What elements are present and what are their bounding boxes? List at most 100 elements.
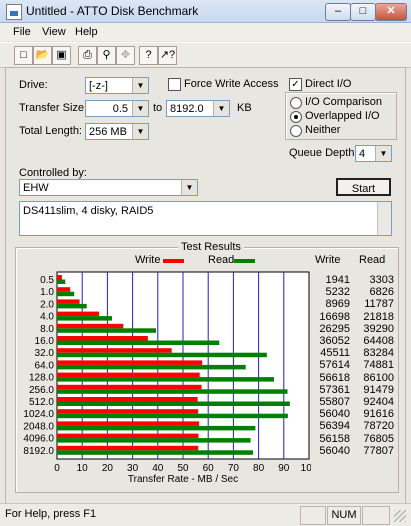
write-bar bbox=[57, 323, 124, 329]
force-write-checkbox[interactable] bbox=[168, 78, 181, 91]
write-bar bbox=[57, 372, 200, 378]
write-value: 56040 bbox=[319, 408, 350, 421]
read-bar bbox=[57, 340, 220, 345]
transfer-from-select[interactable]: 0.5 ▼ bbox=[85, 100, 149, 117]
drive-value: [-z-] bbox=[89, 80, 108, 92]
read-bar bbox=[57, 364, 246, 370]
direct-io-label: Direct I/O bbox=[305, 78, 352, 90]
move-icon: ✥ bbox=[116, 46, 135, 65]
x-axis-label: Transfer Rate - MB / Sec bbox=[128, 474, 238, 485]
resize-grip[interactable] bbox=[394, 510, 406, 522]
y-tick-label: 4.0 bbox=[40, 312, 54, 323]
write-value: 5232 bbox=[325, 286, 350, 299]
write-legend-swatch bbox=[163, 259, 184, 263]
save-icon[interactable]: ▣ bbox=[52, 46, 71, 65]
notes-scrollbar[interactable] bbox=[377, 202, 391, 235]
notes-text: DS411slim, 4 disky, RAID5 bbox=[23, 205, 154, 217]
y-tick-label: 8.0 bbox=[40, 324, 54, 335]
to-label: to bbox=[153, 102, 163, 114]
status-help-text: For Help, press F1 bbox=[5, 508, 97, 520]
y-tick-label: 0.5 bbox=[40, 275, 54, 286]
x-tick-label: 60 bbox=[203, 463, 215, 474]
x-tick-label: 20 bbox=[102, 463, 114, 474]
menu-file[interactable]: File bbox=[13, 26, 31, 38]
write-value: 57614 bbox=[319, 359, 350, 372]
context-help-icon[interactable]: ↗? bbox=[158, 46, 177, 65]
read-bar bbox=[57, 352, 267, 358]
maximize-button[interactable]: □ bbox=[350, 3, 376, 21]
read-bar bbox=[57, 450, 254, 455]
controlled-by-select[interactable]: EHW ▼ bbox=[19, 179, 198, 196]
status-bar: For Help, press F1 NUM bbox=[0, 503, 411, 526]
drive-label: Drive: bbox=[19, 79, 48, 91]
menu-bar: File View Help bbox=[0, 23, 411, 41]
results-chart: 0102030405060708090100Transfer Rate - MB… bbox=[23, 271, 311, 485]
queue-depth-value: 4 bbox=[359, 148, 366, 160]
close-button[interactable]: ✕ bbox=[375, 3, 407, 21]
print-icon[interactable]: ⎙ bbox=[78, 46, 97, 65]
y-tick-label: 4096.0 bbox=[23, 434, 54, 445]
main-panel: Drive: [-z-] ▼ Force Write Access ✓ Dire… bbox=[5, 67, 406, 505]
status-panel-blank bbox=[300, 506, 326, 525]
read-bar bbox=[57, 279, 66, 284]
menu-view[interactable]: View bbox=[42, 26, 66, 38]
y-tick-label: 1.0 bbox=[40, 287, 54, 298]
chevron-down-icon: ▼ bbox=[132, 78, 148, 93]
y-tick-label: 2048.0 bbox=[23, 421, 54, 432]
x-tick-label: 80 bbox=[253, 463, 265, 474]
direct-io-checkbox[interactable]: ✓ bbox=[289, 78, 302, 91]
new-icon[interactable]: □ bbox=[14, 46, 33, 65]
write-bar bbox=[57, 299, 80, 304]
write-bar bbox=[57, 445, 199, 451]
read-bar bbox=[57, 377, 274, 382]
write-value: 56158 bbox=[319, 432, 350, 445]
write-bar bbox=[57, 384, 202, 390]
start-label: Start bbox=[351, 183, 376, 195]
notes-textarea[interactable]: DS411slim, 4 disky, RAID5 bbox=[19, 201, 392, 236]
write-value: 16698 bbox=[319, 310, 350, 323]
chevron-down-icon: ▼ bbox=[132, 101, 148, 116]
total-length-label: Total Length: bbox=[19, 125, 82, 137]
minimize-button[interactable]: – bbox=[325, 3, 351, 21]
write-value: 8969 bbox=[325, 298, 350, 311]
x-tick-label: 90 bbox=[278, 463, 290, 474]
overlapped-io-label: Overlapped I/O bbox=[305, 110, 380, 122]
neither-radio[interactable] bbox=[290, 125, 302, 137]
print-preview-icon[interactable]: ⚲ bbox=[97, 46, 116, 65]
y-tick-label: 1024.0 bbox=[23, 409, 54, 420]
write-value: 55807 bbox=[319, 396, 350, 408]
y-tick-label: 128.0 bbox=[29, 373, 54, 384]
start-button[interactable]: Start bbox=[336, 178, 391, 196]
io-comparison-radio[interactable] bbox=[290, 97, 302, 109]
read-value: 21818 bbox=[363, 310, 394, 323]
write-bar bbox=[57, 311, 100, 317]
read-value: 86100 bbox=[363, 371, 394, 384]
force-write-label: Force Write Access bbox=[184, 78, 279, 90]
read-value: 39290 bbox=[363, 322, 394, 335]
drive-select[interactable]: [-z-] ▼ bbox=[85, 77, 149, 94]
queue-depth-select[interactable]: 4 ▼ bbox=[355, 145, 392, 162]
status-num: NUM bbox=[327, 506, 361, 525]
overlapped-io-radio[interactable] bbox=[290, 111, 302, 123]
read-bar bbox=[57, 401, 290, 406]
chevron-down-icon: ▼ bbox=[375, 146, 391, 161]
y-tick-label: 32.0 bbox=[35, 348, 55, 359]
write-value: 36052 bbox=[319, 335, 350, 347]
x-tick-label: 30 bbox=[127, 463, 139, 474]
help-icon[interactable]: ? bbox=[139, 46, 158, 65]
status-panel-scrl bbox=[362, 506, 390, 525]
open-icon[interactable]: 📂 bbox=[33, 46, 52, 65]
transfer-to-value: 8192.0 bbox=[170, 103, 204, 115]
write-value: 26295 bbox=[319, 322, 350, 335]
read-value: 78720 bbox=[363, 420, 394, 433]
y-tick-label: 256.0 bbox=[29, 385, 54, 396]
write-bar bbox=[57, 275, 62, 280]
write-value: 1941 bbox=[325, 274, 350, 286]
write-bar bbox=[57, 348, 172, 353]
read-value: 76805 bbox=[363, 432, 394, 445]
queue-depth-label: Queue Depth: bbox=[289, 147, 358, 159]
controlled-by-value: EHW bbox=[23, 182, 49, 194]
transfer-to-select[interactable]: 8192.0 ▼ bbox=[166, 100, 230, 117]
menu-help[interactable]: Help bbox=[75, 26, 98, 38]
total-length-select[interactable]: 256 MB ▼ bbox=[85, 123, 149, 140]
